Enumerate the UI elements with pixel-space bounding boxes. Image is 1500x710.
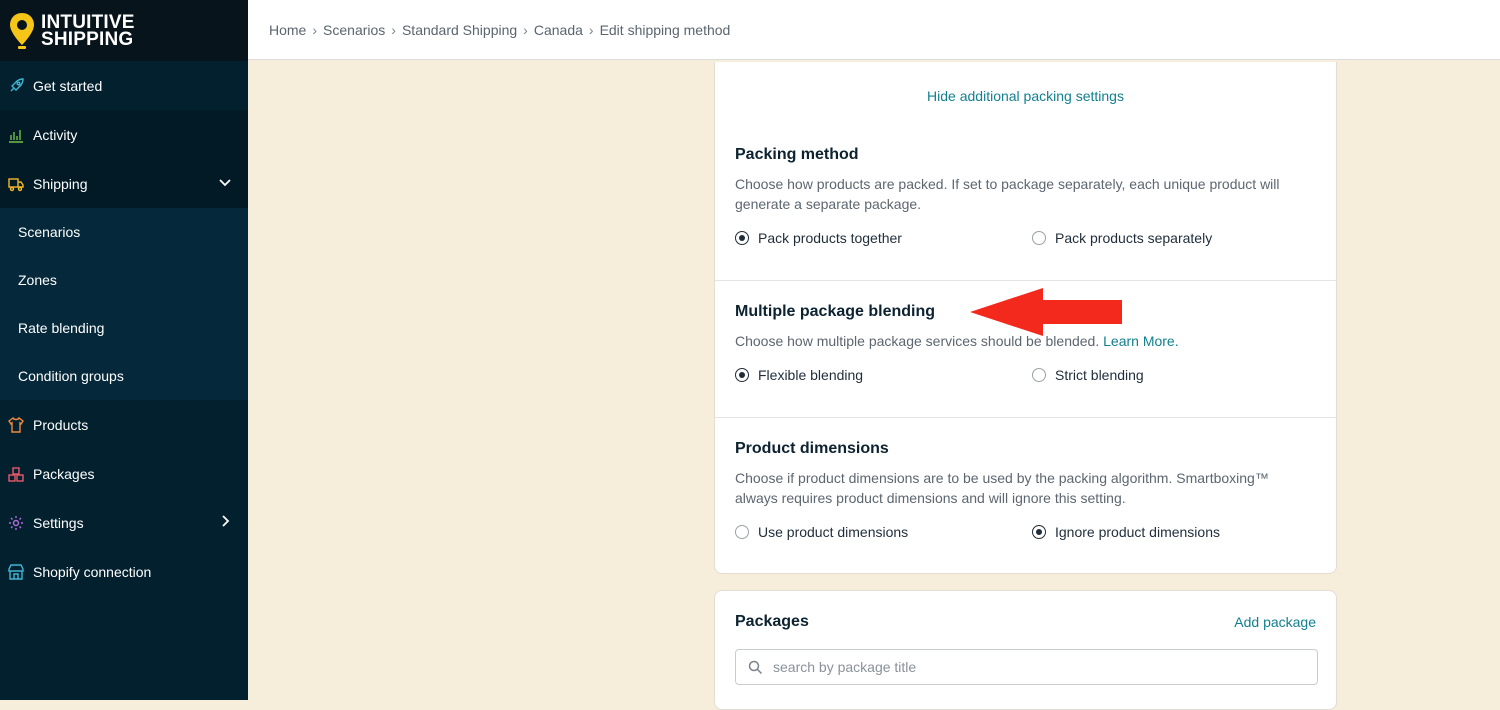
radio-unselected-icon[interactable] [1032,368,1046,382]
shipping-submenu: Scenarios Zones Rate blending Condition … [0,208,248,400]
annotation-arrow-icon [970,288,1122,336]
product-dimensions-description: Choose if product dimensions are to be u… [735,470,1269,506]
radio-selected-icon[interactable] [735,368,749,382]
breadcrumb-separator-icon: › [588,21,594,38]
product-dimensions-section: Product dimensions Choose if product dim… [715,440,1336,508]
chevron-down-icon[interactable] [218,175,232,189]
nav-packages[interactable]: Packages [0,449,248,498]
breadcrumb-separator-icon: › [312,21,318,38]
nav-activity[interactable]: Activity [0,110,248,159]
sidebar-item-condition-groups[interactable]: Condition groups [0,352,248,400]
breadcrumb-current: Edit shipping method [599,21,731,38]
nav-products[interactable]: Products [0,400,248,449]
sidebar-item-zones[interactable]: Zones [0,256,248,304]
sidebar-item-scenarios[interactable]: Scenarios [0,208,248,256]
add-package-button[interactable]: Add package [1234,614,1316,630]
nav-shipping[interactable]: Shipping [0,159,248,208]
sidebar: INTUITIVE SHIPPING Get started Activity … [0,0,248,700]
breadcrumb-separator-icon: › [391,21,396,38]
radio-selected-icon[interactable] [1032,525,1046,539]
sidebar-item-rate-blending[interactable]: Rate blending [0,304,248,352]
chevron-right-icon[interactable] [218,514,232,528]
nav-get-started[interactable]: Get started [0,61,248,110]
hide-additional-settings-link[interactable]: Hide additional packing settings [715,88,1336,104]
location-pin-icon [10,12,34,49]
packages-card: Packages Add package [714,590,1337,710]
packing-method-title: Packing method [735,146,859,163]
breadcrumb-standard-shipping[interactable]: Standard Shipping [402,22,517,38]
packing-method-description: Choose how products are packed. If set t… [735,176,1280,212]
packing-method-section: Packing method Choose how products are p… [715,146,1336,214]
product-dimensions-title: Product dimensions [735,440,889,457]
radio-pack-together[interactable]: Pack products together [735,230,902,246]
breadcrumb-home[interactable]: Home [269,22,306,38]
radio-strict-blending[interactable]: Strict blending [1032,367,1144,383]
breadcrumb-scenarios[interactable]: Scenarios [323,22,385,38]
radio-pack-separately[interactable]: Pack products separately [1032,230,1212,246]
gear-icon [9,515,23,530]
package-search-input[interactable] [771,658,1295,676]
radio-use-dimensions[interactable]: Use product dimensions [735,524,908,540]
breadcrumb-canada[interactable]: Canada [534,22,583,38]
store-icon [8,563,24,580]
logo[interactable]: INTUITIVE SHIPPING [0,0,248,61]
nav-settings[interactable]: Settings [0,498,248,547]
breadcrumb: Home › Scenarios › Standard Shipping › C… [248,0,1500,60]
shirt-icon [8,416,24,433]
package-search-box[interactable] [735,649,1318,685]
brand-name: INTUITIVE SHIPPING [41,11,135,50]
divider [715,280,1336,281]
truck-icon [8,177,24,191]
radio-unselected-icon[interactable] [1032,231,1046,245]
boxes-icon [8,466,24,482]
rocket-icon [10,77,24,91]
chart-icon [9,129,23,143]
radio-selected-icon[interactable] [735,231,749,245]
radio-ignore-dimensions[interactable]: Ignore product dimensions [1032,524,1220,540]
breadcrumb-separator-icon: › [523,21,528,38]
divider [715,417,1336,418]
radio-unselected-icon[interactable] [735,525,749,539]
packages-title: Packages [735,613,809,630]
radio-flexible-blending[interactable]: Flexible blending [735,367,863,383]
nav-shopify-connection[interactable]: Shopify connection [0,547,248,596]
search-icon [748,660,763,674]
